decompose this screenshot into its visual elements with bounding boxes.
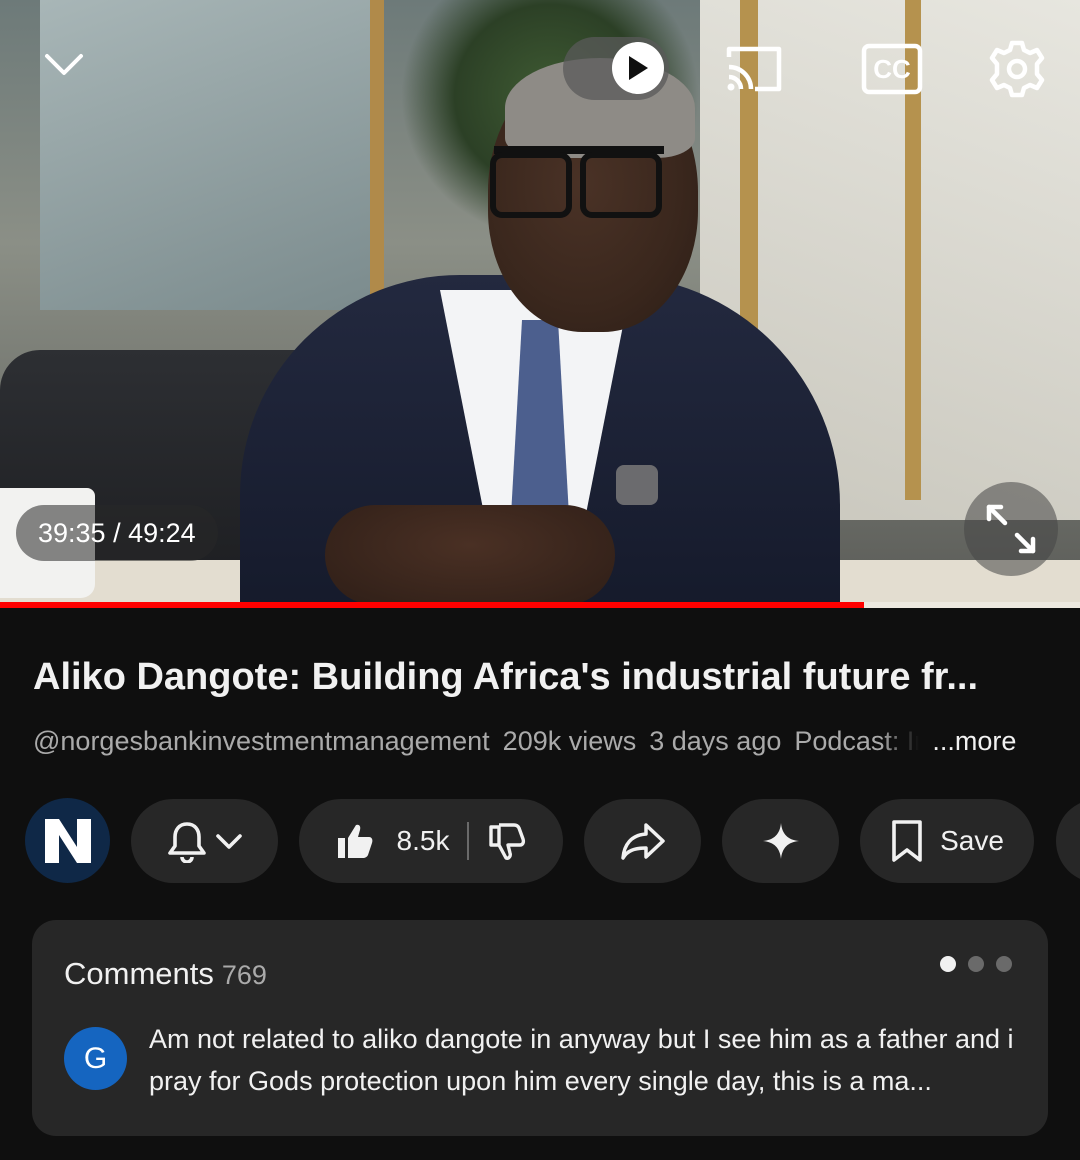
comments-count: 769 [221, 960, 267, 990]
share-icon [620, 823, 665, 860]
more-link[interactable]: ...more [932, 726, 1016, 757]
chevron-down-icon[interactable] [40, 45, 88, 85]
sparkle-icon [762, 823, 799, 859]
channel-avatar[interactable]: N [25, 798, 110, 883]
view-count: 209k views [502, 726, 637, 756]
captions-icon-label: CC [873, 54, 911, 84]
progress-bar[interactable] [0, 602, 1080, 608]
like-count: 8.5k [396, 825, 450, 856]
video-frame-speaker-glasses [490, 146, 664, 220]
comment-text[interactable]: Am not related to aliko dangote in anywa… [149, 1018, 1029, 1102]
ask-ai-button[interactable] [722, 799, 839, 883]
comments-pager [940, 956, 1012, 972]
fullscreen-icon [986, 504, 1036, 554]
subscribe-notifications-button[interactable] [131, 799, 278, 883]
pager-dot [996, 956, 1012, 972]
channel-handle[interactable]: @norgesbankinvestmentmanagement [33, 726, 490, 757]
video-frame-microphone [616, 465, 658, 505]
like-dislike-group[interactable]: 8.5k [299, 799, 563, 883]
commenter-avatar: G [64, 1027, 127, 1090]
save-button[interactable]: Save [860, 799, 1034, 883]
bookmark-icon [892, 820, 922, 862]
thumbs-up-icon[interactable] [335, 821, 375, 861]
cast-icon[interactable] [722, 42, 786, 96]
video-frame-window [40, 0, 384, 310]
share-button[interactable] [584, 799, 701, 883]
captions-icon[interactable]: CC [860, 42, 924, 96]
pager-dot-active [940, 956, 956, 972]
save-label: Save [940, 825, 1004, 856]
video-meta[interactable]: @norgesbankinvestmentmanagement 209k vie… [33, 726, 1043, 757]
settings-icon[interactable] [986, 38, 1048, 100]
pager-dot [968, 956, 984, 972]
comments-heading: Comments 769 [64, 956, 267, 992]
like-divider [467, 822, 470, 860]
video-frame-speaker-hands [325, 505, 615, 605]
upload-age: 3 days ago [649, 726, 782, 756]
bell-icon [167, 822, 206, 863]
fullscreen-button[interactable] [964, 482, 1058, 576]
more-actions-button[interactable] [1056, 799, 1080, 883]
video-title[interactable]: Aliko Dangote: Building Africa's industr… [33, 656, 1053, 699]
progress-bar-fill [0, 602, 864, 608]
thumbs-down-icon[interactable] [487, 821, 527, 861]
podcast-label[interactable]: Podcast: In [794, 726, 919, 757]
time-display: 39:35 / 49:24 [16, 505, 218, 561]
chevron-down-icon [215, 834, 242, 849]
channel-logo [44, 818, 91, 863]
comments-title: Comments [64, 956, 214, 991]
play-icon[interactable] [612, 42, 664, 94]
video-player[interactable]: CC 39:35 / 49:24 [0, 0, 1080, 608]
comments-panel[interactable]: Comments 769 G Am not related to aliko da… [32, 920, 1048, 1136]
